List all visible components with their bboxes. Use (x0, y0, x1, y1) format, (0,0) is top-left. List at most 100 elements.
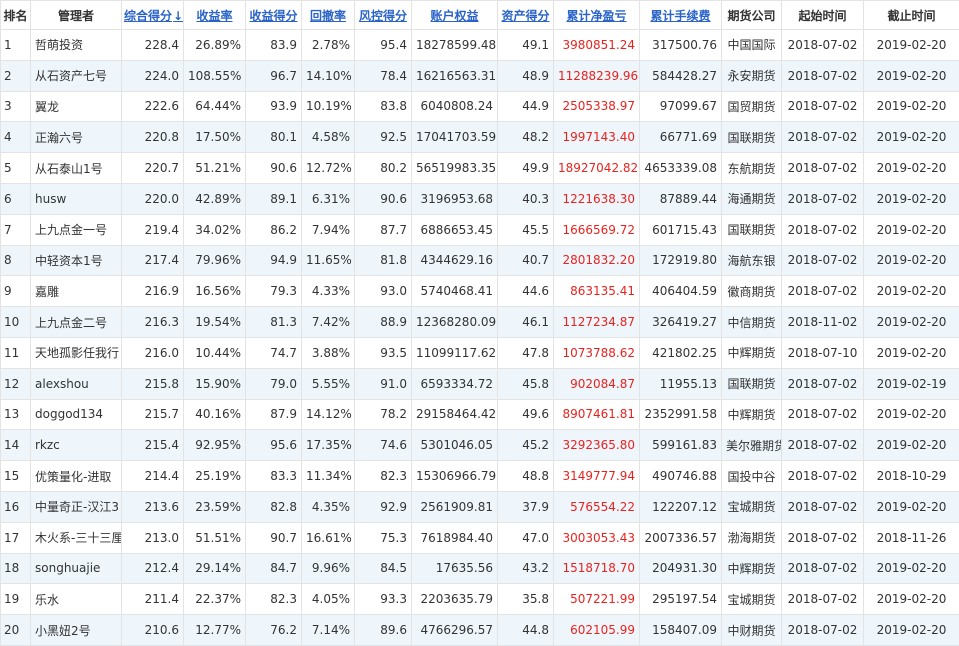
cell-start-date: 2018-07-02 (782, 430, 864, 461)
column-header-label: 回撤率 (310, 9, 346, 23)
cell-total-score: 222.6 (122, 91, 184, 122)
column-header-label: 起始时间 (798, 9, 846, 23)
cell-drawdown: 7.94% (302, 214, 355, 245)
cell-total-score: 220.7 (122, 153, 184, 184)
cell-asset-score: 49.1 (498, 30, 554, 61)
cell-futures-company: 海航东银 (722, 245, 782, 276)
table-row: 5从石泰山1号220.751.21%90.612.72%80.256519983… (1, 153, 959, 184)
cell-start-date: 2018-07-02 (782, 183, 864, 214)
cell-start-date: 2018-07-02 (782, 584, 864, 615)
cell-futures-company: 国联期货 (722, 122, 782, 153)
cell-manager: 中量奇正-汉江3 (31, 491, 122, 522)
table-row: 17木火系-三十三厘213.051.51%90.716.61%75.376189… (1, 522, 959, 553)
cell-rank: 3 (1, 91, 31, 122)
column-header-fees[interactable]: 累计手续费 (640, 1, 722, 30)
cell-asset-score: 37.9 (498, 491, 554, 522)
table-row: 18songhuajie212.429.14%84.79.96%84.51763… (1, 553, 959, 584)
cell-total-score: 215.7 (122, 399, 184, 430)
cell-rank: 15 (1, 461, 31, 492)
cell-account-equity: 5301046.05 (412, 430, 498, 461)
column-header-label: 综合得分 (124, 9, 172, 23)
cell-total-score: 220.0 (122, 183, 184, 214)
cell-net-profit: 1997143.40 (554, 122, 640, 153)
cell-end-date: 2018-10-29 (864, 461, 959, 492)
cell-fees: 584428.27 (640, 60, 722, 91)
cell-risk-score: 93.5 (355, 337, 412, 368)
cell-futures-company: 中信期货 (722, 307, 782, 338)
cell-end-date: 2019-02-20 (864, 430, 959, 461)
cell-asset-score: 48.2 (498, 122, 554, 153)
column-header-start-date: 起始时间 (782, 1, 864, 30)
table-row: 10上九点金二号216.319.54%81.37.42%88.912368280… (1, 307, 959, 338)
column-header-risk-score[interactable]: 风控得分 (355, 1, 412, 30)
column-header-total-score[interactable]: 综合得分↓ (122, 1, 184, 30)
cell-return-score: 84.7 (246, 553, 302, 584)
sort-desc-icon: ↓ (173, 9, 183, 23)
cell-return-rate: 64.44% (184, 91, 246, 122)
cell-return-rate: 12.77% (184, 615, 246, 646)
cell-futures-company: 国投中谷 (722, 461, 782, 492)
cell-rank: 2 (1, 60, 31, 91)
cell-return-score: 79.0 (246, 368, 302, 399)
cell-risk-score: 89.6 (355, 615, 412, 646)
cell-manager: 中轻资本1号 (31, 245, 122, 276)
cell-return-score: 89.1 (246, 183, 302, 214)
cell-drawdown: 17.35% (302, 430, 355, 461)
cell-net-profit: 863135.41 (554, 276, 640, 307)
cell-return-rate: 108.55% (184, 60, 246, 91)
cell-rank: 5 (1, 153, 31, 184)
cell-fees: 317500.76 (640, 30, 722, 61)
table-row: 3翼龙222.664.44%93.910.19%83.86040808.2444… (1, 91, 959, 122)
cell-return-rate: 23.59% (184, 491, 246, 522)
column-header-drawdown[interactable]: 回撤率 (302, 1, 355, 30)
cell-end-date: 2019-02-20 (864, 60, 959, 91)
cell-total-score: 210.6 (122, 615, 184, 646)
column-header-asset-score[interactable]: 资产得分 (498, 1, 554, 30)
cell-risk-score: 78.4 (355, 60, 412, 91)
cell-asset-score: 45.2 (498, 430, 554, 461)
cell-asset-score: 49.9 (498, 153, 554, 184)
cell-return-rate: 34.02% (184, 214, 246, 245)
column-header-return-rate[interactable]: 收益率 (184, 1, 246, 30)
cell-asset-score: 46.1 (498, 307, 554, 338)
cell-asset-score: 48.8 (498, 461, 554, 492)
cell-fees: 11955.13 (640, 368, 722, 399)
cell-net-profit: 18927042.82 (554, 153, 640, 184)
table-row: 15优策量化-进取214.425.19%83.311.34%82.3153069… (1, 461, 959, 492)
cell-fees: 326419.27 (640, 307, 722, 338)
cell-account-equity: 16216563.31 (412, 60, 498, 91)
cell-total-score: 220.8 (122, 122, 184, 153)
cell-return-rate: 16.56% (184, 276, 246, 307)
cell-total-score: 219.4 (122, 214, 184, 245)
cell-rank: 17 (1, 522, 31, 553)
cell-total-score: 228.4 (122, 30, 184, 61)
cell-net-profit: 2801832.20 (554, 245, 640, 276)
cell-drawdown: 4.05% (302, 584, 355, 615)
cell-start-date: 2018-07-10 (782, 337, 864, 368)
column-header-net-profit[interactable]: 累计净盈亏 (554, 1, 640, 30)
cell-drawdown: 5.55% (302, 368, 355, 399)
cell-futures-company: 国联期货 (722, 368, 782, 399)
cell-futures-company: 国联期货 (722, 214, 782, 245)
cell-return-rate: 10.44% (184, 337, 246, 368)
cell-account-equity: 17041703.59 (412, 122, 498, 153)
cell-fees: 599161.83 (640, 430, 722, 461)
cell-total-score: 216.0 (122, 337, 184, 368)
cell-manager: 小黑妞2号 (31, 615, 122, 646)
cell-rank: 1 (1, 30, 31, 61)
column-header-label: 收益率 (196, 9, 232, 23)
cell-start-date: 2018-07-02 (782, 491, 864, 522)
column-header-return-score[interactable]: 收益得分 (246, 1, 302, 30)
cell-futures-company: 永安期货 (722, 60, 782, 91)
cell-asset-score: 40.3 (498, 183, 554, 214)
cell-manager: doggod134 (31, 399, 122, 430)
cell-risk-score: 91.0 (355, 368, 412, 399)
column-header-label: 累计手续费 (650, 9, 710, 23)
cell-drawdown: 12.72% (302, 153, 355, 184)
cell-manager: 天地孤影任我行 (31, 337, 122, 368)
cell-manager: 从石资产七号 (31, 60, 122, 91)
ranking-table: 排名管理者综合得分↓收益率收益得分回撤率风控得分账户权益资产得分累计净盈亏累计手… (0, 0, 959, 646)
cell-total-score: 216.9 (122, 276, 184, 307)
cell-risk-score: 92.5 (355, 122, 412, 153)
column-header-account-equity[interactable]: 账户权益 (412, 1, 498, 30)
